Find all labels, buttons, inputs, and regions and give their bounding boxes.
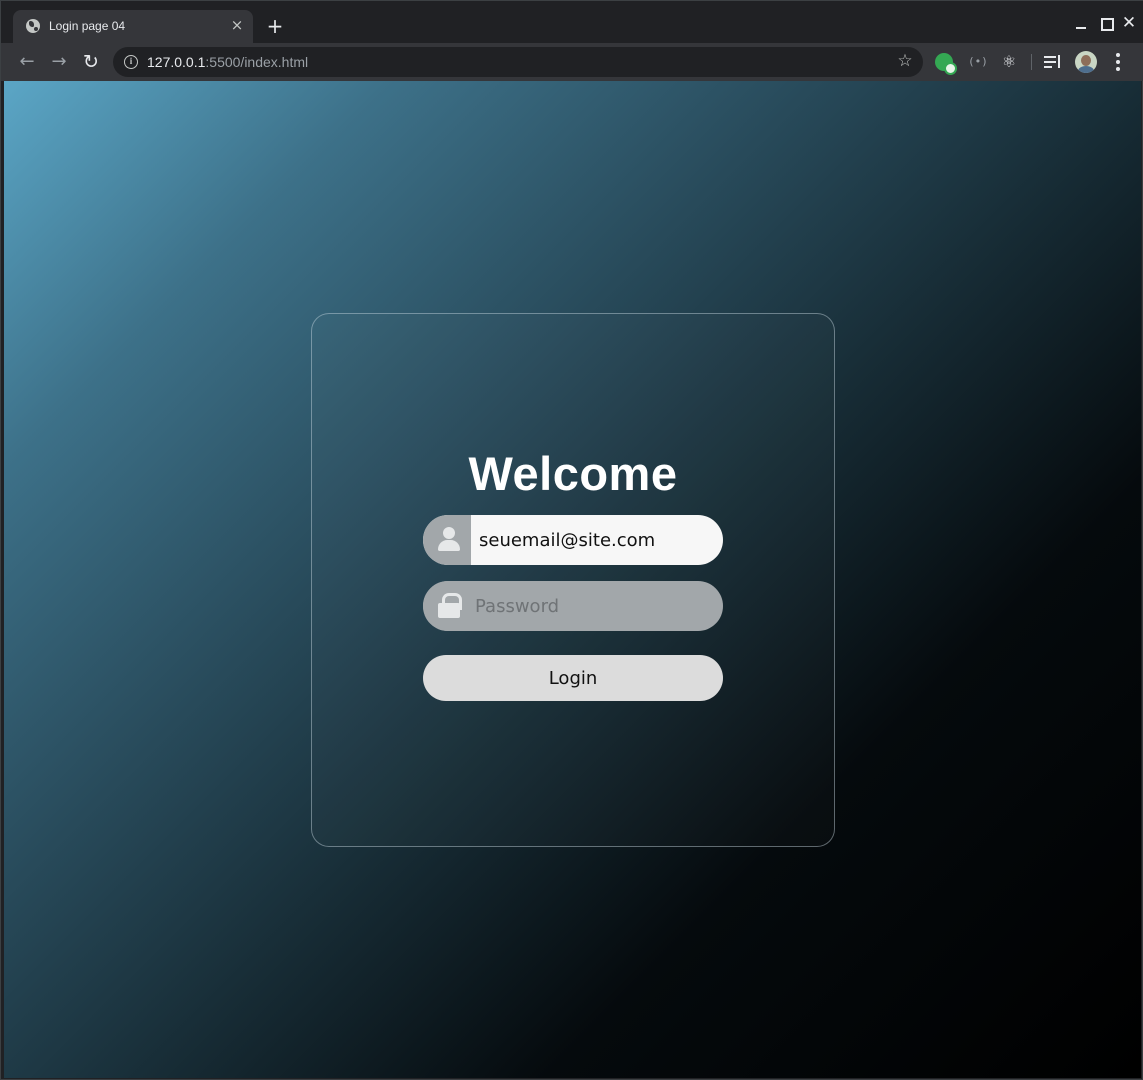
browser-toolbar: ← → ↻ i 127.0.0.1:5500/index.html ☆ (•) … bbox=[1, 43, 1143, 81]
password-field-wrapper bbox=[423, 581, 723, 631]
password-icon-box bbox=[423, 581, 471, 631]
email-field-wrapper bbox=[423, 515, 723, 565]
minimize-button[interactable] bbox=[1070, 13, 1090, 33]
globe-icon bbox=[26, 19, 40, 33]
tab-title: Login page 04 bbox=[49, 19, 126, 33]
media-queue-icon[interactable] bbox=[1044, 53, 1062, 71]
user-icon bbox=[437, 527, 461, 551]
back-arrow-icon[interactable]: ← bbox=[16, 51, 38, 73]
welcome-heading: Welcome bbox=[468, 447, 678, 500]
new-tab-button[interactable]: + bbox=[264, 15, 286, 37]
browser-window: Login page 04 × + ✕ ← → ↻ i 127.0.0.1:55… bbox=[0, 0, 1143, 1080]
kebab-menu-icon[interactable] bbox=[1111, 53, 1125, 71]
site-info-icon[interactable]: i bbox=[124, 55, 138, 69]
tab-strip: Login page 04 × + ✕ bbox=[1, 1, 1143, 44]
profile-avatar[interactable] bbox=[1075, 51, 1097, 73]
login-button[interactable]: Login bbox=[423, 655, 723, 701]
url-text[interactable]: 127.0.0.1:5500/index.html bbox=[147, 54, 308, 70]
browser-tab[interactable]: Login page 04 × bbox=[13, 10, 253, 44]
page-viewport: Welcome Login bbox=[4, 81, 1141, 1078]
login-card: Welcome Login bbox=[311, 313, 835, 847]
tab-close-icon[interactable]: × bbox=[229, 17, 245, 33]
forward-arrow-icon[interactable]: → bbox=[48, 51, 70, 73]
password-input[interactable] bbox=[475, 581, 711, 631]
lock-icon bbox=[437, 593, 462, 619]
url-path: :5500/index.html bbox=[205, 54, 309, 70]
reload-icon[interactable]: ↻ bbox=[80, 51, 102, 73]
bookmark-star-icon[interactable]: ☆ bbox=[895, 51, 915, 71]
react-devtools-icon[interactable]: ⚛ bbox=[1000, 53, 1018, 71]
maximize-button[interactable] bbox=[1095, 13, 1115, 33]
extension-green-icon[interactable] bbox=[935, 53, 957, 75]
toolbar-divider bbox=[1031, 54, 1032, 70]
email-icon-box bbox=[423, 515, 471, 565]
close-window-button[interactable]: ✕ bbox=[1119, 13, 1139, 33]
url-host: 127.0.0.1 bbox=[147, 54, 206, 70]
address-bar[interactable]: i 127.0.0.1:5500/index.html ☆ bbox=[113, 47, 923, 77]
extension-broadcast-icon[interactable]: (•) bbox=[968, 53, 988, 71]
email-input[interactable] bbox=[479, 515, 715, 565]
